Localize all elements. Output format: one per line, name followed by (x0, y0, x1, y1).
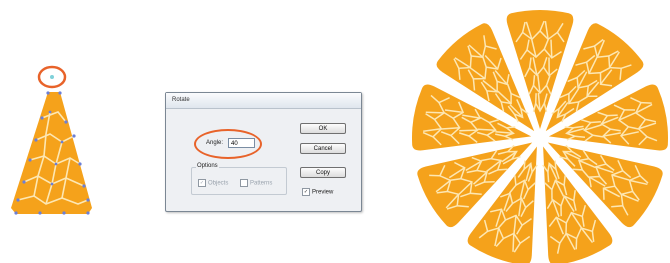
wheel-center (531, 129, 549, 147)
orange-wheel-artwork (412, 10, 668, 263)
orange-wheel (412, 10, 668, 263)
